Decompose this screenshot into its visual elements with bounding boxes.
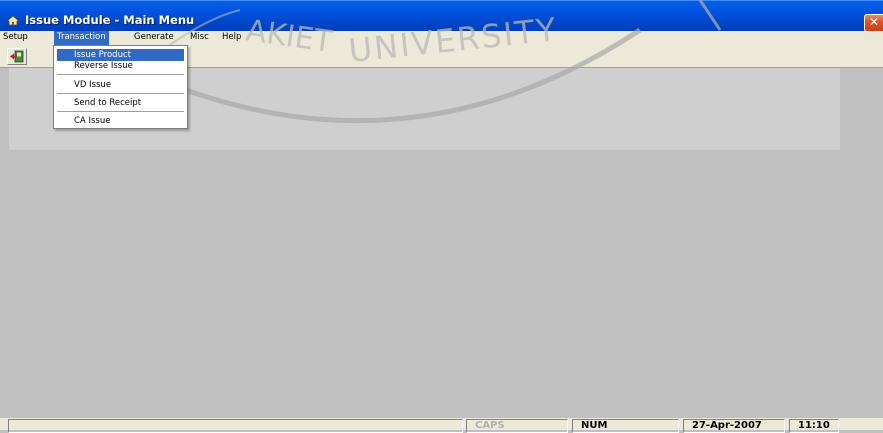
menu-bar: Setup Transaction Generate Misc Help (0, 31, 883, 45)
status-caps: CAPS (466, 419, 568, 433)
menu-transaction[interactable]: Transaction (54, 31, 109, 45)
status-date: 27-Apr-2007 (683, 419, 785, 433)
window-title: Issue Module - Main Menu (25, 13, 195, 27)
menu-item-ca-issue[interactable]: CA Issue (57, 115, 184, 127)
status-time: 11:10 (789, 419, 839, 433)
menu-separator (57, 93, 184, 94)
menu-item-vd-issue[interactable]: VD Issue (57, 79, 184, 91)
app-icon (6, 15, 20, 26)
close-button[interactable]: ✕ (864, 14, 883, 32)
menu-separator (57, 111, 184, 112)
menu-item-reverse-issue[interactable]: Reverse Issue (57, 60, 184, 72)
workspace (9, 150, 840, 418)
menu-setup[interactable]: Setup (0, 31, 31, 45)
status-num: NUM (572, 419, 679, 433)
exit-button[interactable] (7, 48, 27, 65)
status-panel-message (8, 419, 463, 433)
title-bar[interactable]: Issue Module - Main Menu ✕ (0, 0, 883, 32)
status-bar: CAPS NUM 27-Apr-2007 11:10 (0, 418, 883, 433)
transaction-dropdown-menu: Issue Product Reverse Issue VD Issue Sen… (53, 45, 188, 129)
menu-misc[interactable]: Misc (187, 31, 212, 45)
close-icon: ✕ (868, 15, 880, 29)
exit-door-icon (10, 50, 24, 63)
menu-generate[interactable]: Generate (131, 31, 177, 45)
menu-separator (57, 74, 184, 75)
menu-help[interactable]: Help (219, 31, 244, 45)
menu-item-send-to-receipt[interactable]: Send to Receipt (57, 97, 184, 109)
